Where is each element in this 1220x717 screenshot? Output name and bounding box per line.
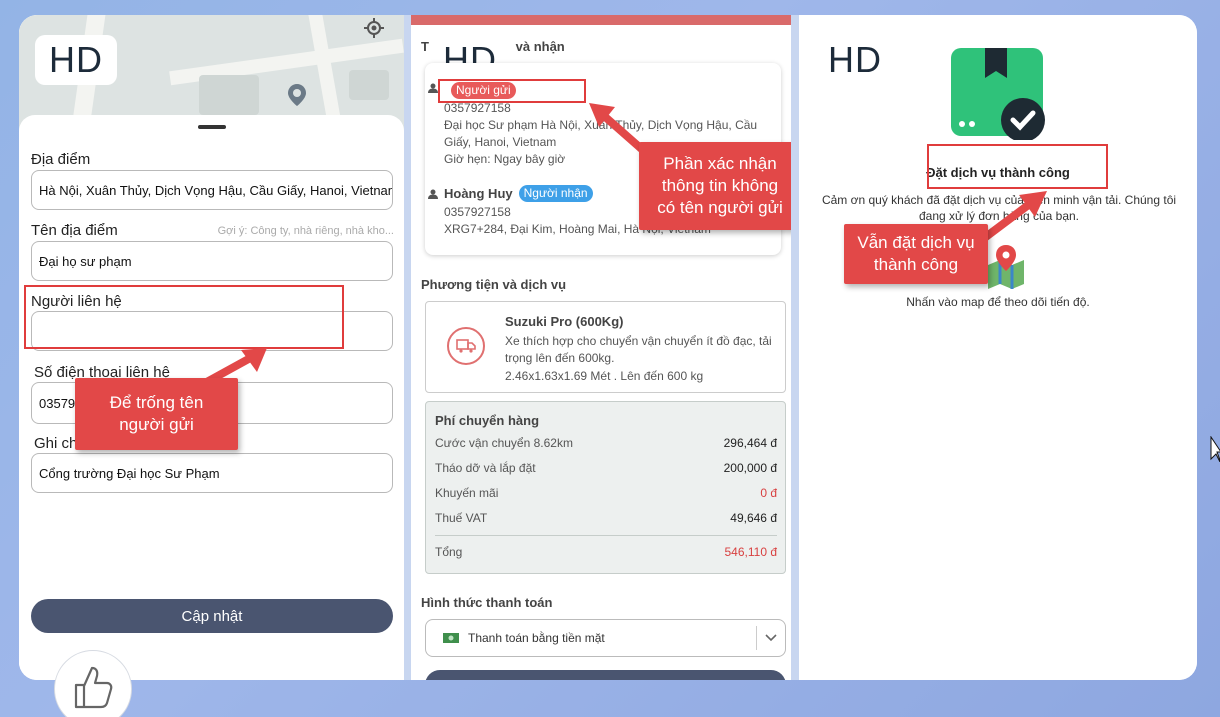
vehicle-size: 2.46x1.63x1.69 Mét . Lên đến 600 kg <box>505 369 704 383</box>
hd-badge: HD <box>828 39 882 80</box>
receiver-phone: 0357927158 <box>444 205 511 219</box>
callout-line: Vẫn đặt dịch vụ <box>857 233 975 252</box>
note-field[interactable]: Cổng trường Đại học Sư Phạm <box>31 453 393 493</box>
order-confirmation-screen: T và nhận HD Người gửi 0357927158 Đại họ… <box>411 15 791 680</box>
receiver-name: Hoàng Huy <box>444 186 513 201</box>
callout-line: Phần xác nhận <box>663 154 777 173</box>
location-name-field[interactable]: Đại họ sư phạm <box>31 241 393 281</box>
location-label: Địa điểm <box>31 151 91 168</box>
mouse-cursor-icon <box>1210 436 1220 462</box>
fee-value: 200,000 đ <box>723 461 777 475</box>
locate-icon[interactable] <box>363 17 385 39</box>
vehicle-desc: Xe thích hợp cho chuyển vận chuyển ít đồ… <box>505 334 772 365</box>
annotation-callout-no-sender: Phần xác nhận thông tin không có tên ngư… <box>639 142 791 230</box>
fee-value: 0 đ <box>760 486 777 500</box>
fee-label: Cước vận chuyển 8.62km <box>435 436 573 450</box>
annotation-callout-still-success: Vẫn đặt dịch vụ thành công <box>844 224 988 284</box>
fee-value: 296,464 đ <box>723 436 777 450</box>
receiver-header: Hoàng Huy Người nhận <box>444 185 593 202</box>
fee-divider <box>435 535 777 536</box>
annotation-box-success <box>927 144 1108 189</box>
payment-select[interactable]: Thanh toán bằng tiền mặt <box>425 619 786 657</box>
dropdown-divider <box>756 626 757 650</box>
location-name-label: Tên địa điểm <box>31 222 118 239</box>
cash-icon <box>443 633 459 643</box>
fee-label: Tháo dỡ và lắp đặt <box>435 461 536 475</box>
callout-line: người gửi <box>119 415 194 434</box>
sender-time: Giờ hẹn: Ngay bây giờ <box>444 152 566 166</box>
panel-divider <box>404 15 411 680</box>
location-field[interactable]: Hà Nội, Xuân Thủy, Dịch Vọng Hậu, Cầu Gi… <box>31 170 393 210</box>
confirm-button-partial[interactable] <box>425 670 786 680</box>
person-icon <box>428 189 438 199</box>
annotation-box-sender <box>438 79 586 103</box>
map-location-icon[interactable] <box>986 243 1026 289</box>
fee-total-label: Tổng <box>435 545 463 559</box>
vehicle-card[interactable]: Suzuki Pro (600Kg) Xe thích hợp cho chuy… <box>425 301 786 393</box>
fee-row: Khuyến mãi 0 đ <box>435 486 777 500</box>
callout-line: có tên người gửi <box>657 198 783 217</box>
fee-row: Thuế VAT 49,646 đ <box>435 511 777 525</box>
receiver-badge: Người nhận <box>518 185 593 202</box>
fee-row: Cước vận chuyển 8.62km 296,464 đ <box>435 436 777 450</box>
vehicle-section-title: Phương tiện và dịch vụ <box>421 277 567 292</box>
fee-total-value: 546,110 đ <box>724 545 778 559</box>
fee-summary: Phí chuyển hàng Cước vận chuyển 8.62km 29… <box>425 401 786 574</box>
hd-badge: HD <box>35 35 117 85</box>
person-icon <box>428 83 438 93</box>
fee-total-row: Tổng 546,110 đ <box>435 545 777 559</box>
truck-icon <box>447 327 485 365</box>
map-hint[interactable]: Nhấn vào map để theo dõi tiến độ. <box>799 295 1197 309</box>
fee-title: Phí chuyển hàng <box>435 413 540 428</box>
payment-value: Thanh toán bằng tiền mặt <box>468 631 605 645</box>
fee-label: Khuyến mãi <box>435 486 499 500</box>
chevron-down-icon <box>765 634 777 642</box>
location-name-hint: Gợi ý: Công ty, nhà riêng, nhà kho... <box>217 225 394 237</box>
fee-value: 49,646 đ <box>730 511 777 525</box>
sheet-handle[interactable] <box>198 125 226 129</box>
thumbs-up-icon <box>74 666 113 709</box>
screens-container: HD Địa điểm Hà Nội, Xuân Thủy, Dịch Vọng… <box>19 15 1197 680</box>
package-success-icon <box>951 48 1045 140</box>
map-pin-icon <box>288 84 306 106</box>
callout-line: thông tin không <box>661 176 779 195</box>
vehicle-name: Suzuki Pro (600Kg) <box>505 314 624 329</box>
fee-row: Tháo dỡ và lắp đặt 200,000 đ <box>435 461 777 475</box>
payment-section-title: Hình thức thanh toán <box>421 595 553 610</box>
panel-divider <box>791 15 799 680</box>
edit-location-screen: HD Địa điểm Hà Nội, Xuân Thủy, Dịch Vọng… <box>19 15 404 680</box>
header-bar <box>411 15 791 25</box>
callout-line: thành công <box>873 255 959 274</box>
annotation-callout-empty-sender: Để trống tên người gửi <box>75 378 238 450</box>
update-button[interactable]: Cập nhật <box>31 599 393 633</box>
fee-label: Thuế VAT <box>435 511 488 525</box>
order-success-screen: HD Đặt dịch vụ thành công Cảm ơn quý khá… <box>799 15 1197 680</box>
callout-line: Để trống tên <box>109 393 204 412</box>
